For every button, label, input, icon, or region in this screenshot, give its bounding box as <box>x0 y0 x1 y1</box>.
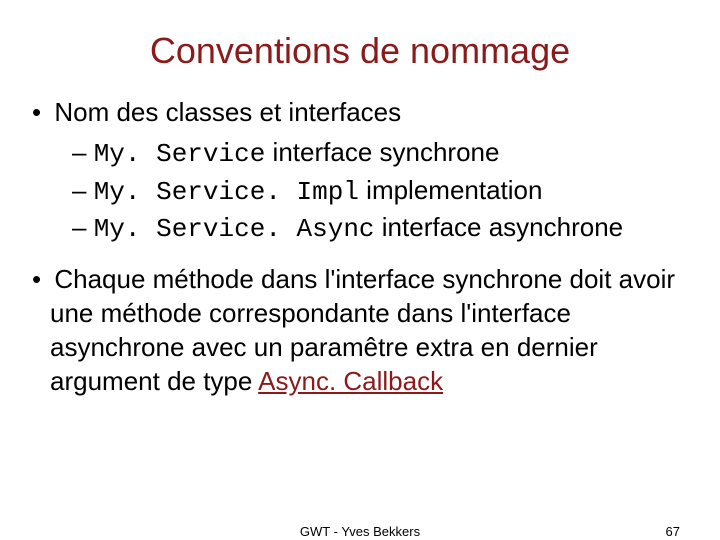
slide-title: Conventions de nommage <box>40 30 680 72</box>
async-callback-link[interactable]: Async. Callback <box>258 366 443 396</box>
sub-bullet-myserviceimpl: My. Service. Impl implementation <box>94 174 680 210</box>
code-myservice: My. Service <box>94 139 266 169</box>
code-myserviceimpl: My. Service. Impl <box>94 177 359 207</box>
bullet-method-correspondence: Chaque méthode dans l'interface synchron… <box>50 263 680 398</box>
bullet-classes-interfaces: Nom des classes et interfaces <box>50 96 680 130</box>
sub-bullet-myservice: My. Service interface synchrone <box>94 136 680 172</box>
desc-myserviceasync: interface asynchrone <box>375 212 624 242</box>
slide-content: Nom des classes et interfaces My. Servic… <box>40 96 680 398</box>
sub-bullet-myserviceasync: My. Service. Async interface asynchrone <box>94 211 680 247</box>
desc-myservice: interface synchrone <box>265 137 499 167</box>
code-myserviceasync: My. Service. Async <box>94 214 375 244</box>
page-number: 67 <box>666 524 680 539</box>
desc-myserviceimpl: implementation <box>359 175 543 205</box>
footer-author: GWT - Yves Bekkers <box>300 524 420 539</box>
